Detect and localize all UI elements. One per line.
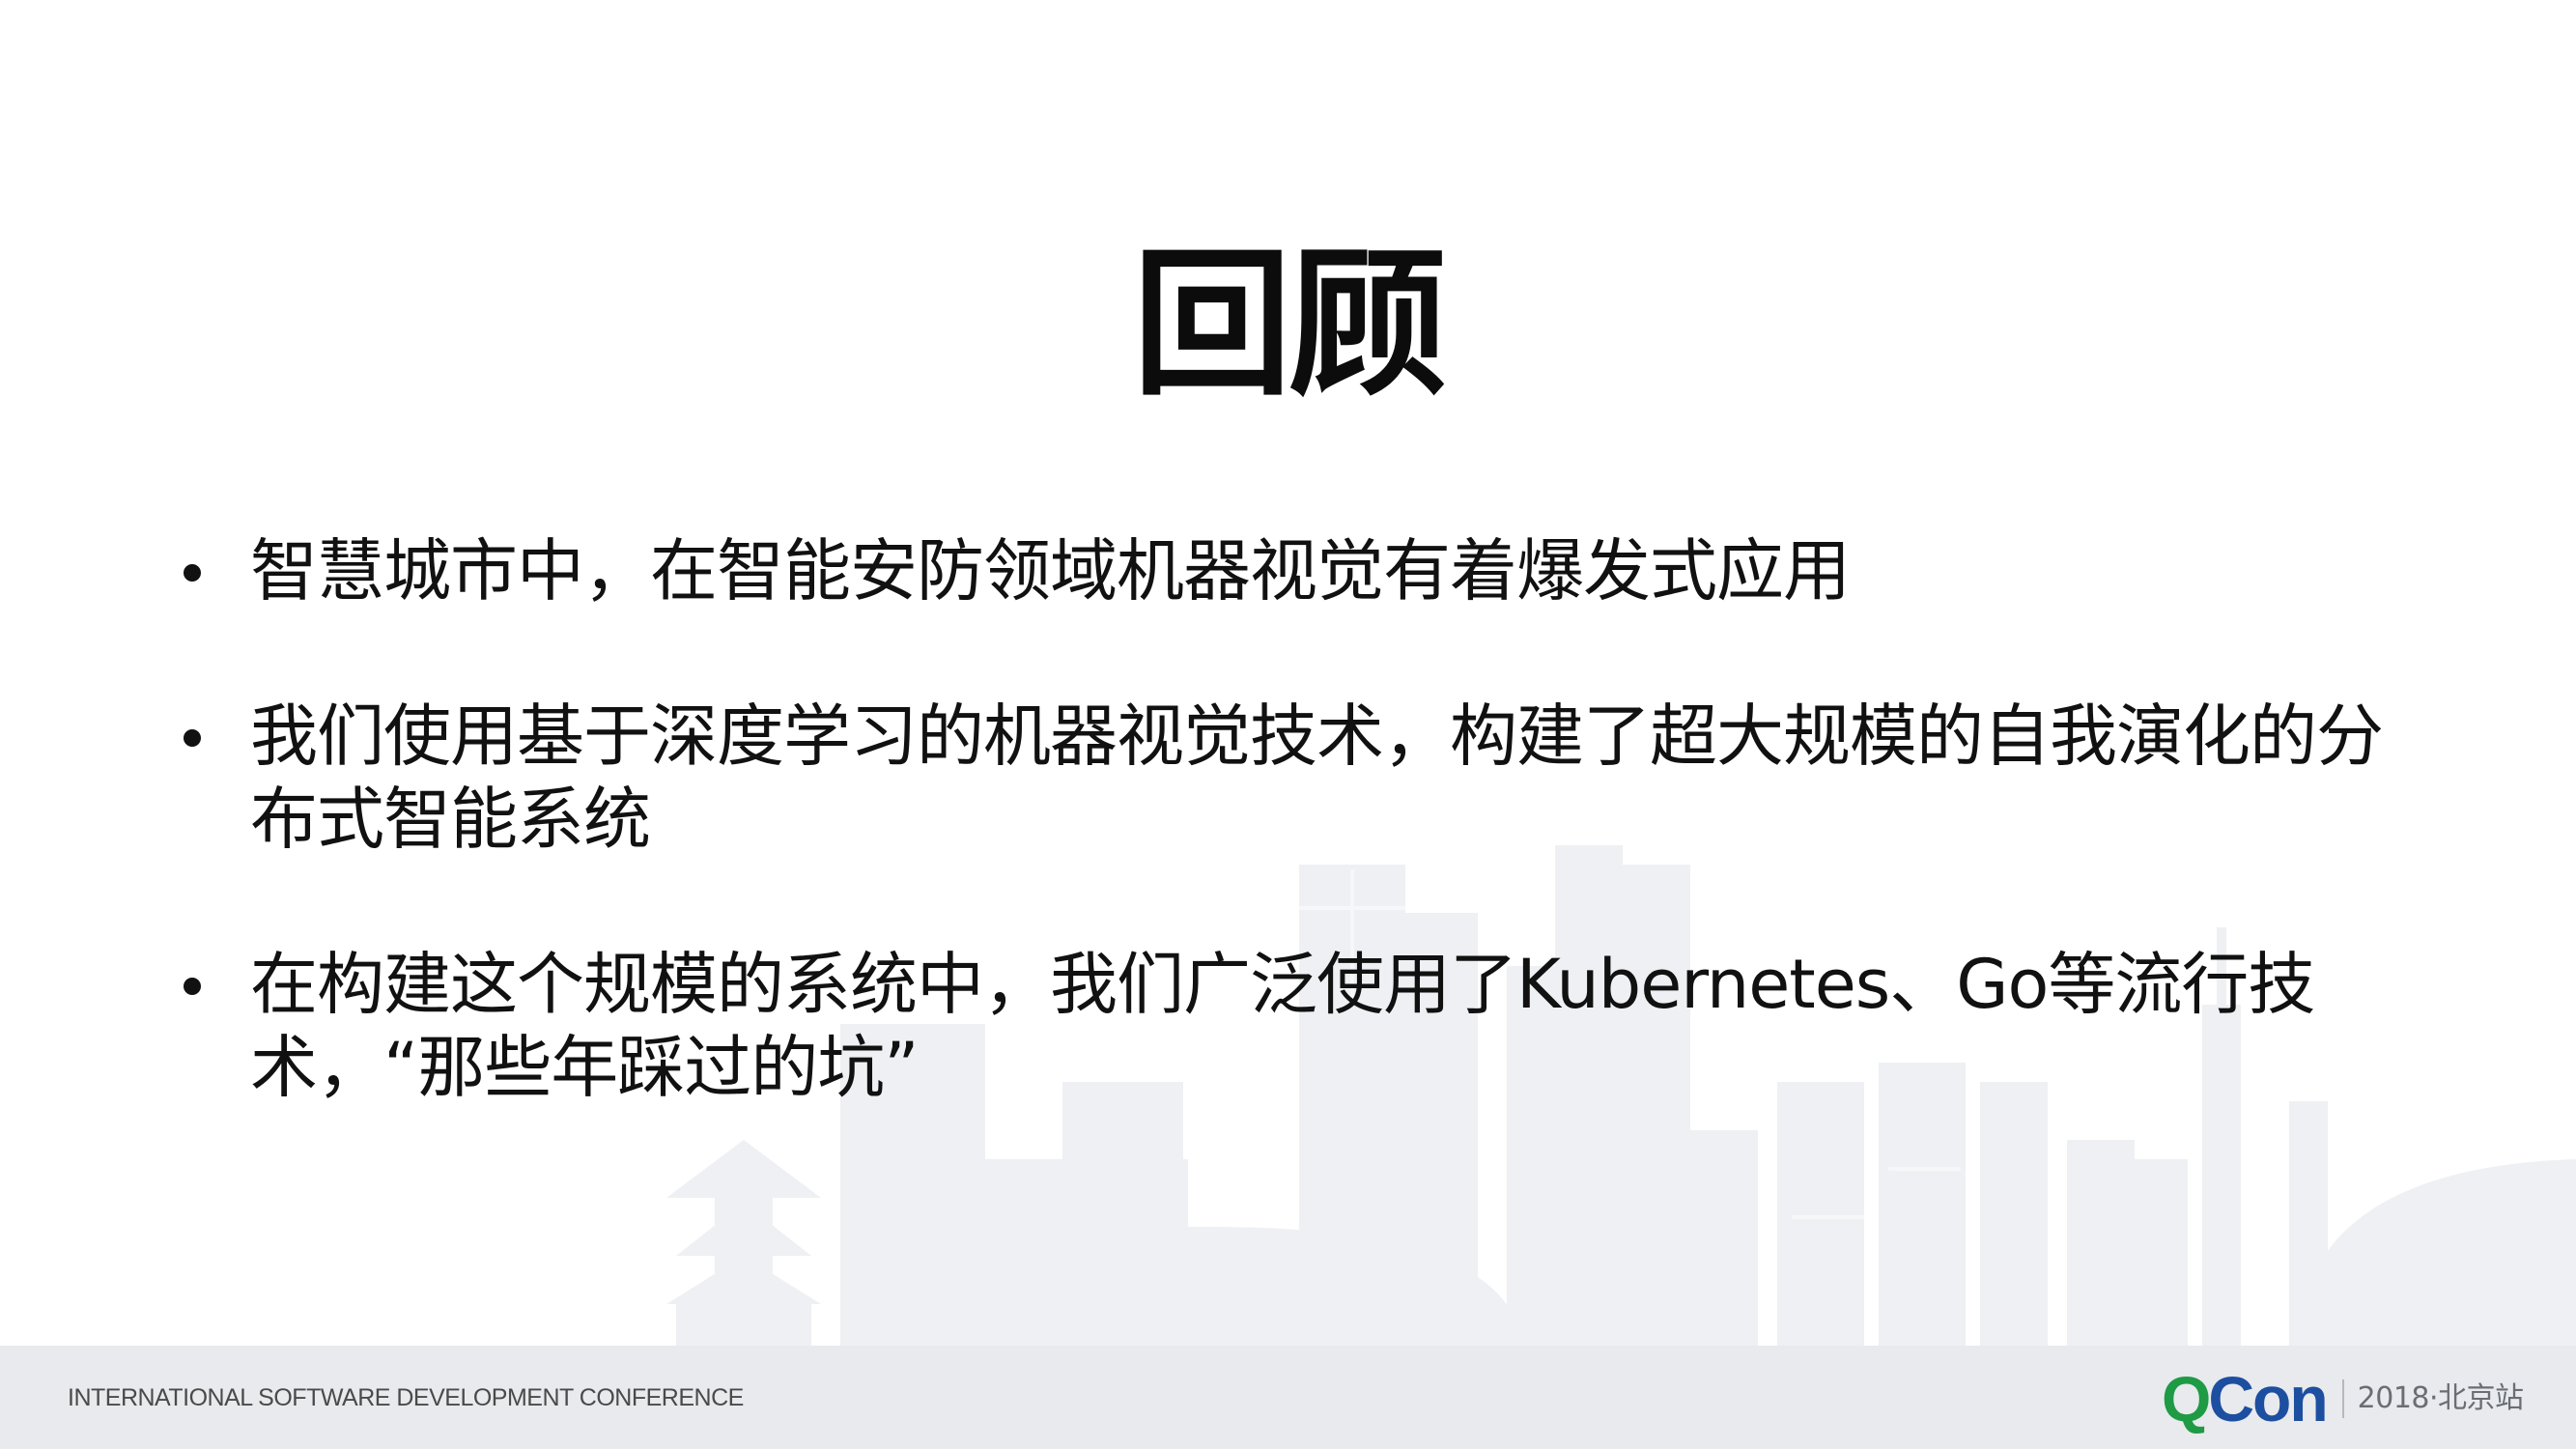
slide-title: 回顾	[1132, 231, 1448, 417]
bullet-dot-icon	[184, 564, 201, 582]
bullet-list: 智慧城市中，在智能安防领域机器视觉有着爆发式应用 我们使用基于深度学习的机器视觉…	[184, 529, 2405, 1191]
bullet-text: 我们使用基于深度学习的机器视觉技术，构建了超大规模的自我演化的分布式智能系统	[250, 696, 2384, 859]
bullet-item: 智慧城市中，在智能安防领域机器视觉有着爆发式应用	[184, 529, 2405, 612]
logo-con: Con	[2208, 1363, 2328, 1435]
bullet-item: 我们使用基于深度学习的机器视觉技术，构建了超大规模的自我演化的分布式智能系统	[184, 695, 2414, 861]
footer-bar: INTERNATIONAL SOFTWARE DEVELOPMENT CONFE…	[0, 1346, 2576, 1449]
logo-q: Q	[2162, 1363, 2211, 1435]
bullet-text: 在构建这个规模的系统中，我们广泛使用了Kubernetes、Go等流行技术，“那…	[250, 945, 2315, 1107]
bullet-item: 在构建这个规模的系统中，我们广泛使用了Kubernetes、Go等流行技术，“那…	[184, 943, 2443, 1109]
logo-edition: 2018·北京站	[2341, 1379, 2524, 1418]
bullet-text: 智慧城市中，在智能安防领域机器视觉有着爆发式应用	[250, 531, 1851, 611]
conference-name: INTERNATIONAL SOFTWARE DEVELOPMENT CONFE…	[68, 1384, 744, 1411]
slide: 回顾 智慧城市中，在智能安防领域机器视觉有着爆发式应用 我们使用基于深度学习的机…	[0, 0, 2576, 1449]
bullet-dot-icon	[184, 729, 201, 747]
qcon-logo: Q Con 2018·北京站	[2162, 1367, 2524, 1431]
bullet-dot-icon	[184, 978, 201, 995]
